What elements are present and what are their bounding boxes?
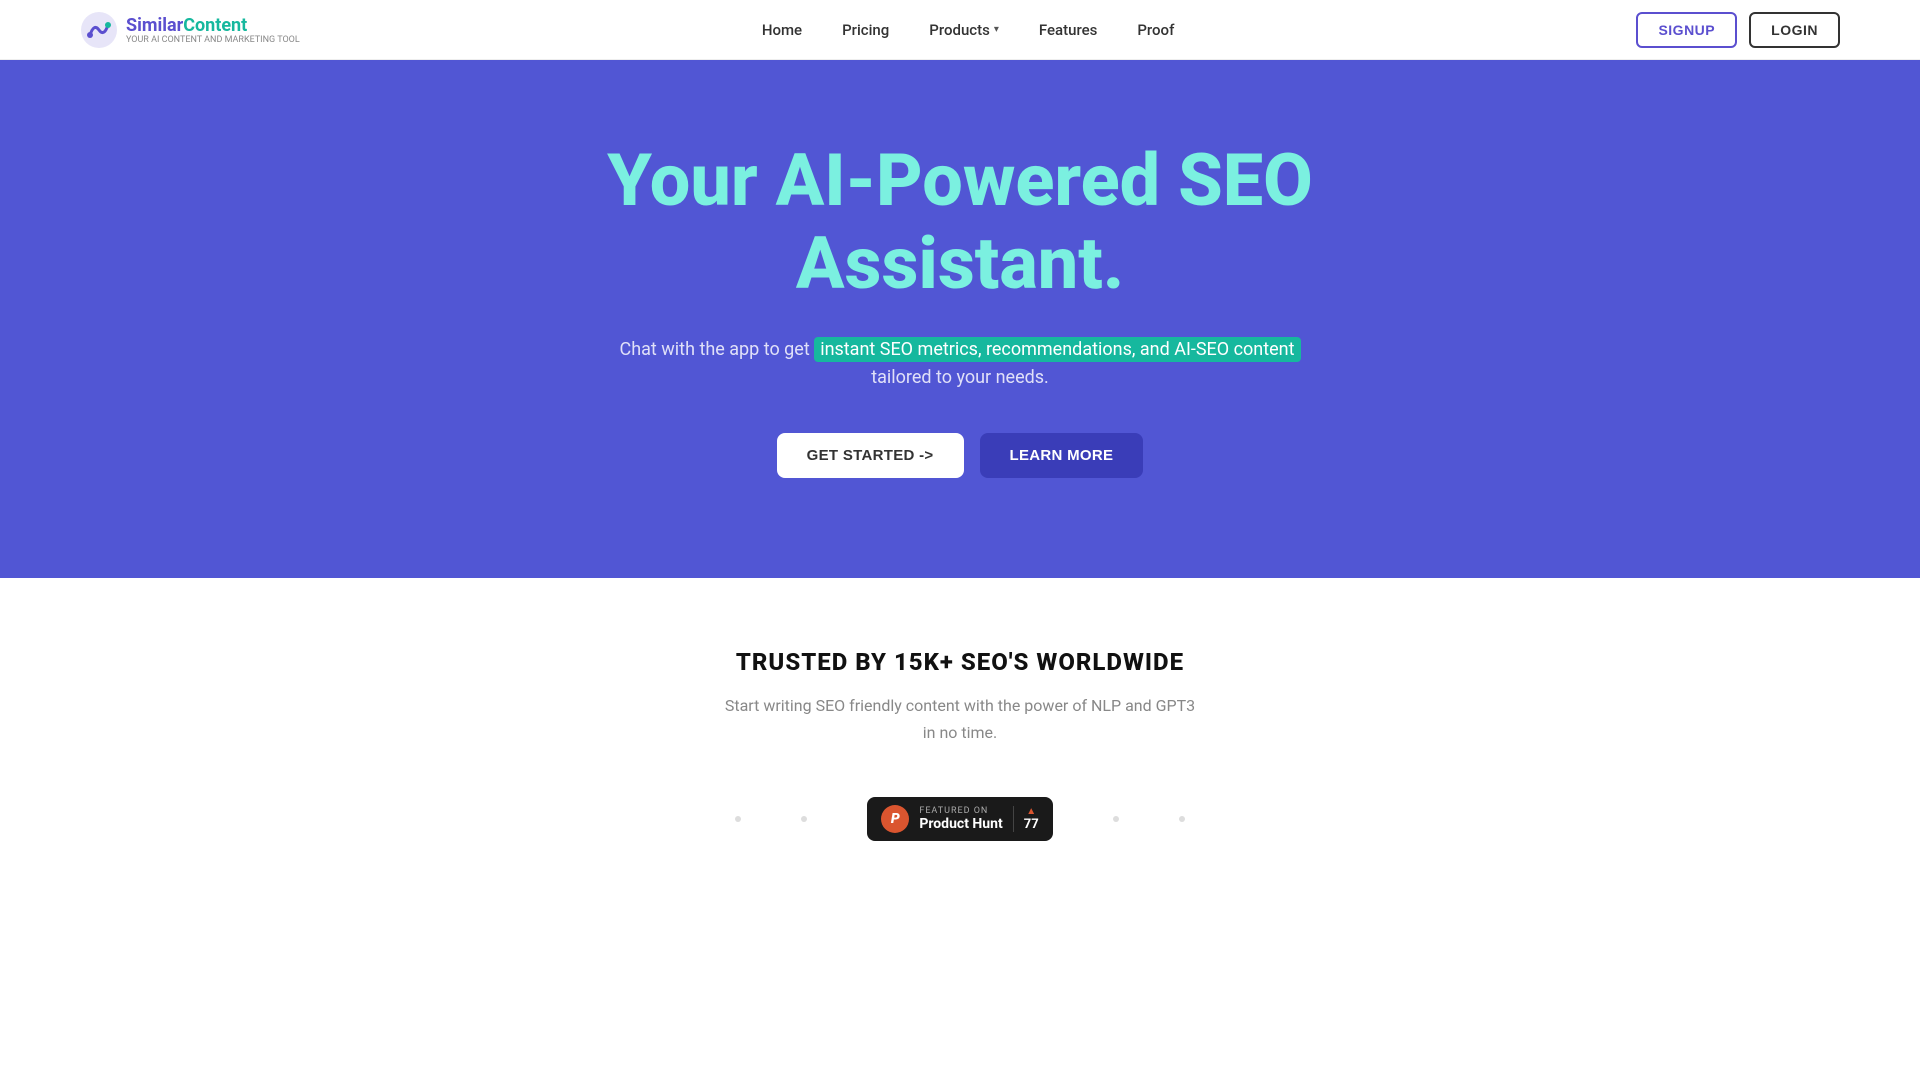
trusted-title: TRUSTED BY 15K+ SEO'S WORLDWIDE	[736, 648, 1184, 676]
nav-proof[interactable]: Proof	[1137, 21, 1174, 39]
signup-button[interactable]: SIGNUP	[1636, 12, 1737, 48]
nav-pricing[interactable]: Pricing	[842, 21, 889, 39]
hero-section: Your AI-Powered SEO Assistant. Chat with…	[0, 60, 1920, 578]
logo-icon	[80, 11, 118, 49]
decorator-dot-4	[1179, 816, 1185, 822]
auth-buttons: SIGNUP LOGIN	[1636, 12, 1840, 48]
nav-features[interactable]: Features	[1039, 21, 1097, 39]
product-hunt-text: FEATURED ON Product Hunt	[919, 806, 1002, 832]
product-hunt-badge[interactable]: P FEATURED ON Product Hunt ▲ 77	[867, 797, 1052, 841]
get-started-button[interactable]: GET STARTED ->	[777, 433, 964, 478]
logo-text: SimilarContent	[126, 15, 300, 36]
nav-products[interactable]: Products ▾	[929, 21, 999, 39]
trusted-subtitle: Start writing SEO friendly content with …	[725, 692, 1195, 746]
hero-title: Your AI-Powered SEO Assistant.	[607, 140, 1313, 306]
nav-home[interactable]: Home	[762, 21, 802, 39]
ph-name: Product Hunt	[919, 816, 1002, 832]
ph-votes: ▲ 77	[1013, 806, 1039, 832]
hero-buttons: GET STARTED -> LEARN MORE	[777, 433, 1144, 478]
logo-subtitle: YOUR AI CONTENT AND MARKETING TOOL	[126, 36, 300, 45]
product-hunt-icon: P	[881, 805, 909, 833]
trusted-section: TRUSTED BY 15K+ SEO'S WORLDWIDE Start wr…	[0, 578, 1920, 920]
login-button[interactable]: LOGIN	[1749, 12, 1840, 48]
decorator-dot-1	[735, 816, 741, 822]
badges-area: P FEATURED ON Product Hunt ▲ 77	[735, 797, 1184, 841]
chevron-down-icon: ▾	[994, 24, 999, 35]
decorator-dot-3	[1113, 816, 1119, 822]
ph-featured-label: FEATURED ON	[919, 806, 1002, 816]
ph-votes-count: 77	[1024, 817, 1039, 832]
learn-more-button[interactable]: LEARN MORE	[980, 433, 1144, 478]
hero-subtitle: Chat with the app to get instant SEO met…	[620, 336, 1301, 394]
hero-highlight: instant SEO metrics, recommendations, an…	[814, 337, 1300, 362]
logo-area[interactable]: SimilarContent YOUR AI CONTENT AND MARKE…	[80, 11, 300, 49]
decorator-dot-2	[801, 816, 807, 822]
logo-text-block: SimilarContent YOUR AI CONTENT AND MARKE…	[126, 15, 300, 45]
logo[interactable]: SimilarContent YOUR AI CONTENT AND MARKE…	[80, 11, 300, 49]
nav-links: Home Pricing Products ▾ Features Proof	[762, 21, 1175, 39]
ph-votes-arrow-icon: ▲	[1026, 806, 1036, 817]
navbar: SimilarContent YOUR AI CONTENT AND MARKE…	[0, 0, 1920, 60]
